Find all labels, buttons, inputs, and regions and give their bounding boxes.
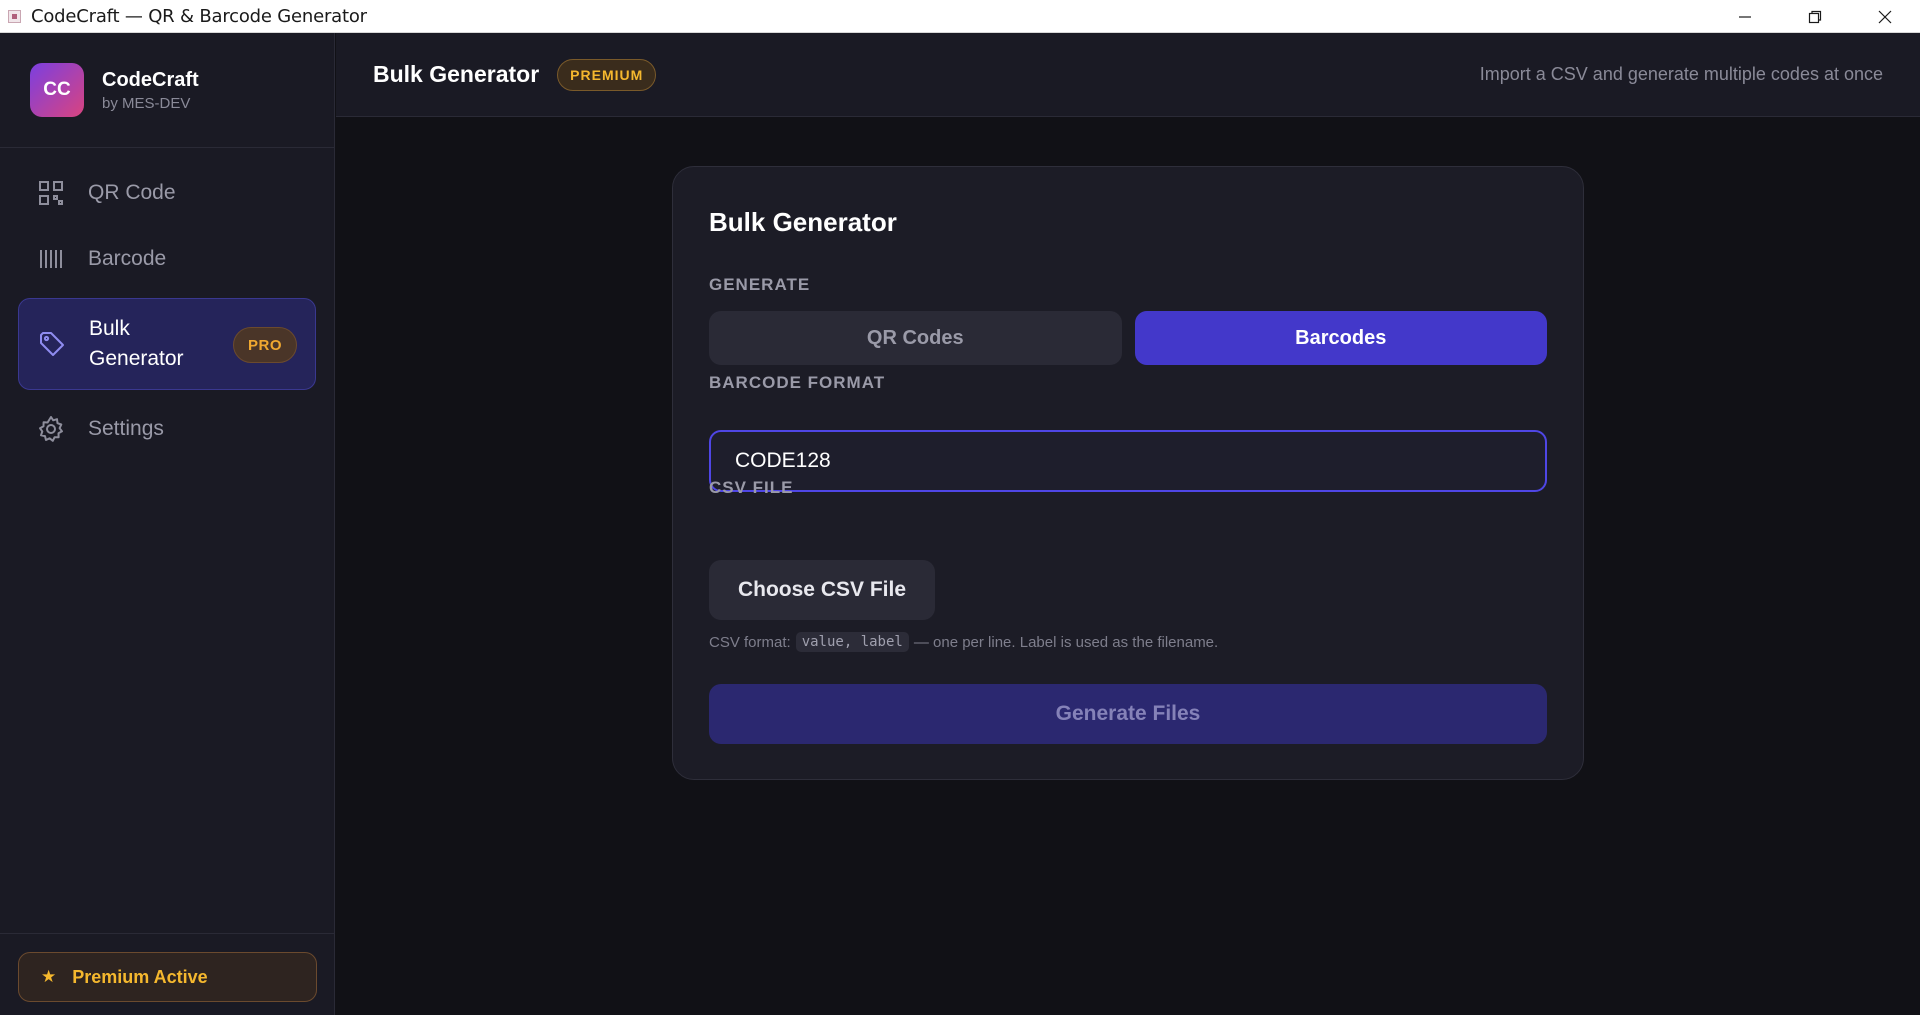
generate-label: GENERATE — [709, 275, 811, 294]
barcode-format-label: BARCODE FORMAT — [709, 373, 886, 392]
barcodes-option[interactable]: Barcodes — [1134, 311, 1547, 365]
pro-badge: PRO — [232, 327, 297, 363]
brand: CC CodeCraft by MES-DEV — [0, 33, 334, 148]
generate-type-toggle: QR Codes Barcodes — [709, 311, 1547, 365]
star-icon: ★ — [41, 967, 57, 986]
sidebar: CC CodeCraft by MES-DEV QR Code Barcode … — [0, 33, 335, 1015]
minimize-button[interactable] — [1710, 0, 1780, 33]
restore-icon — [1808, 10, 1822, 23]
brand-text: CodeCraft by MES-DEV — [102, 69, 199, 112]
close-icon — [1878, 10, 1892, 23]
window-controls — [1710, 0, 1920, 33]
premium-status-label: Premium Active — [72, 966, 208, 987]
csv-format-hint: CSV format: value, label — one per line.… — [709, 632, 1218, 652]
close-button[interactable] — [1850, 0, 1920, 33]
qr-codes-option[interactable]: QR Codes — [709, 311, 1122, 365]
tag-icon — [37, 329, 67, 359]
choose-csv-button[interactable]: Choose CSV File — [709, 560, 935, 620]
brand-logo: CC — [30, 63, 84, 117]
brand-name: CodeCraft — [102, 68, 199, 91]
restore-button[interactable] — [1780, 0, 1850, 33]
qr-code-icon — [36, 178, 66, 208]
sidebar-footer: ★ Premium Active — [0, 933, 335, 1015]
barcode-icon — [36, 244, 66, 274]
sidebar-nav: QR Code Barcode Bulk Generator PRO Setti… — [0, 148, 334, 456]
sidebar-item-barcode[interactable]: Barcode — [18, 232, 316, 286]
hint-prefix: CSV format: — [709, 633, 791, 651]
premium-status[interactable]: ★ Premium Active — [18, 952, 317, 1002]
hint-code: value, label — [795, 632, 909, 652]
sidebar-item-qr-code[interactable]: QR Code — [18, 166, 316, 220]
gear-icon — [36, 414, 66, 444]
page-header: Bulk Generator PREMIUM Import a CSV and … — [336, 33, 1920, 117]
barcode-format-input[interactable] — [709, 430, 1547, 492]
csv-file-label: CSV FILE — [709, 478, 794, 497]
window-titlebar: CodeCraft — QR & Barcode Generator — [0, 0, 1920, 33]
card-title: Bulk Generator — [709, 207, 897, 237]
sidebar-item-label: Barcode — [88, 247, 167, 270]
sidebar-item-label: Settings — [88, 417, 164, 440]
minimize-icon — [1739, 15, 1751, 18]
generate-files-button[interactable]: Generate Files — [709, 684, 1547, 744]
sidebar-item-bulk-generator[interactable]: Bulk Generator PRO — [18, 298, 316, 390]
sidebar-item-label: Bulk Generator — [89, 317, 184, 370]
sidebar-item-label: QR Code — [88, 181, 176, 204]
page-subtitle: Import a CSV and generate multiple codes… — [1479, 64, 1883, 84]
window-title: CodeCraft — QR & Barcode Generator — [31, 5, 367, 27]
premium-badge: PREMIUM — [557, 58, 657, 91]
sidebar-item-settings[interactable]: Settings — [18, 402, 316, 456]
page-title: Bulk Generator — [373, 61, 540, 87]
app-icon — [8, 9, 21, 23]
hint-suffix: — one per line. Label is used as the fil… — [913, 633, 1219, 651]
brand-subtitle: by MES-DEV — [102, 94, 191, 112]
bulk-generator-card: Bulk Generator GENERATE QR Codes Barcode… — [672, 166, 1584, 780]
